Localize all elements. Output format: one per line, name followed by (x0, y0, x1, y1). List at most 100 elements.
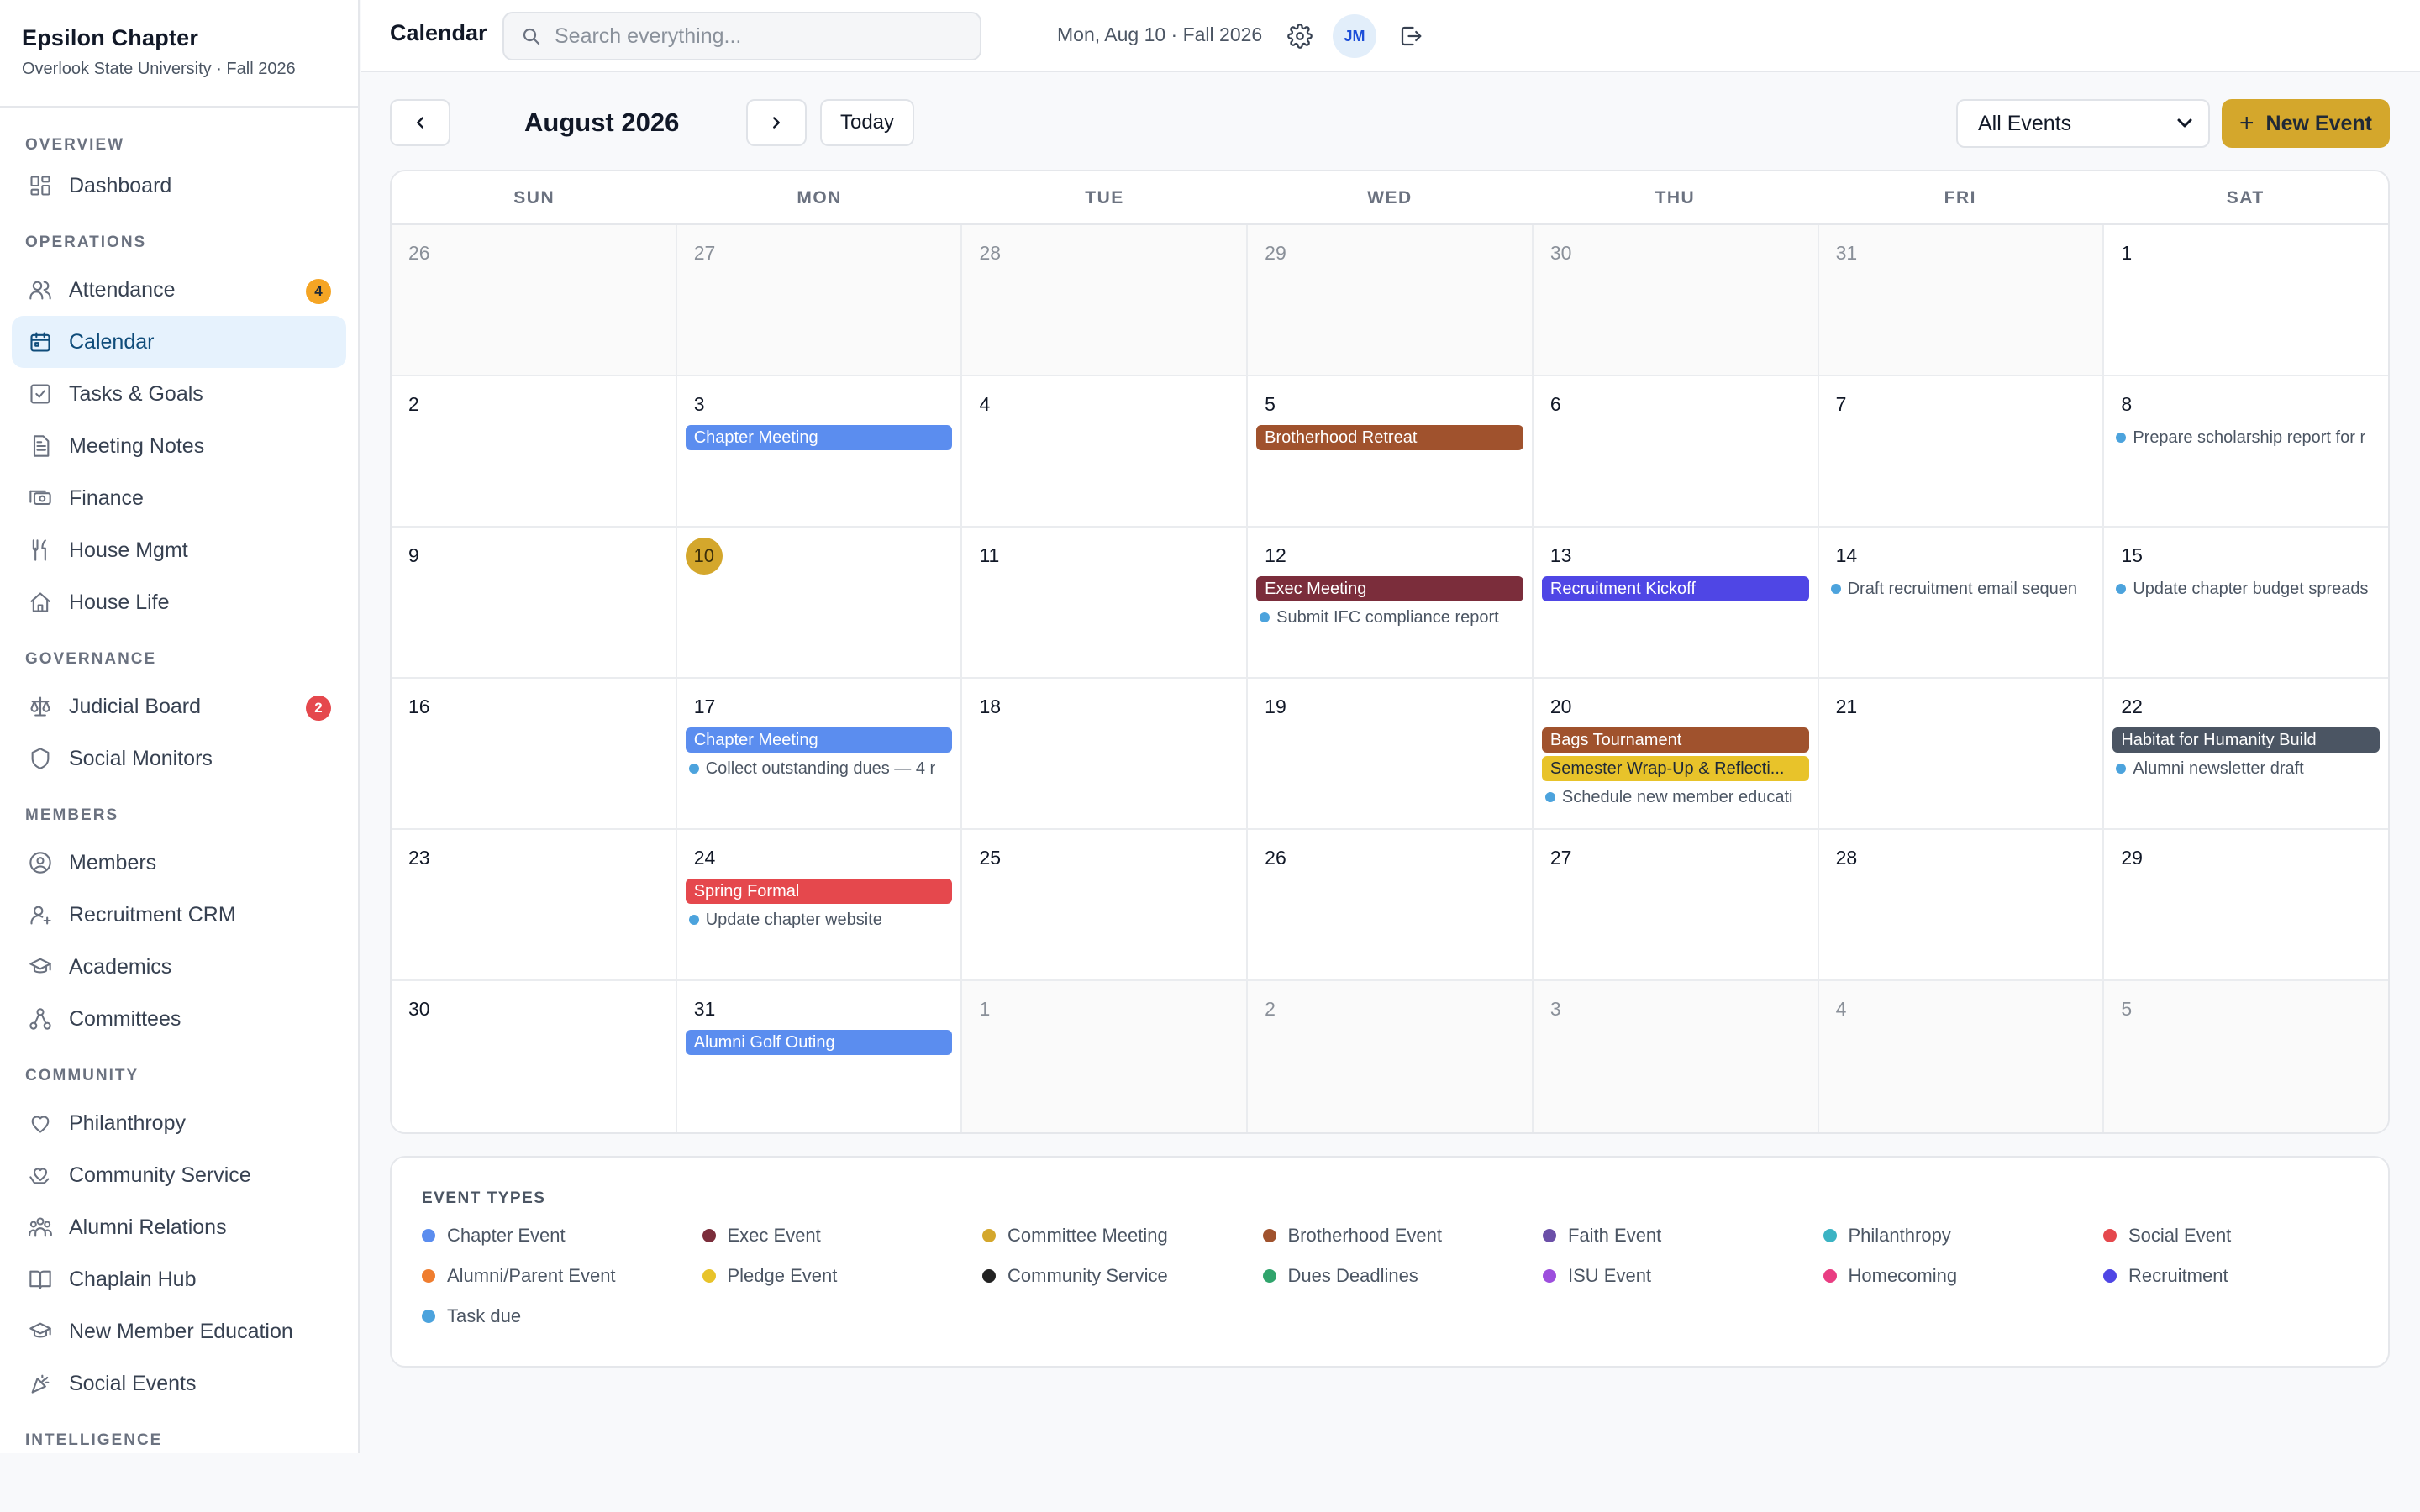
sidebar-item-academics[interactable]: Academics (12, 941, 346, 993)
calendar-day-cell[interactable]: 10 (676, 528, 963, 677)
event-filter-select[interactable]: All Events (1956, 99, 2210, 148)
today-button[interactable]: Today (820, 99, 914, 146)
task-item[interactable]: Prepare scholarship report for r (2112, 425, 2380, 450)
event-chip[interactable]: Exec Meeting (1256, 576, 1523, 601)
sidebar-item-social-events[interactable]: Social Events (12, 1357, 346, 1410)
task-item[interactable]: Update chapter website (686, 907, 953, 932)
calendar-day-cell[interactable]: 30 (392, 981, 677, 1132)
task-item[interactable]: Schedule new member educati (1542, 785, 1809, 810)
sidebar-item-chaplain-hub[interactable]: Chaplain Hub (12, 1253, 346, 1305)
calendar-day-cell[interactable]: 16 (392, 679, 677, 828)
calendar-day-cell[interactable]: 26 (1248, 830, 1534, 979)
calendar-day-cell[interactable]: 1 (962, 981, 1249, 1132)
calendar-day-cell[interactable]: 23 (392, 830, 677, 979)
sidebar-item-members[interactable]: Members (12, 837, 346, 889)
calendar-day-cell[interactable]: 28 (962, 225, 1249, 375)
sidebar-item-dashboard[interactable]: Dashboard (12, 160, 346, 212)
calendar-day-cell[interactable]: 31 (1818, 225, 2105, 375)
avatar[interactable]: JM (1333, 14, 1376, 58)
task-item[interactable]: Alumni newsletter draft (2112, 756, 2380, 781)
next-month-button[interactable] (746, 99, 807, 146)
calendar-day-cell[interactable]: 1 (2104, 225, 2388, 375)
sidebar-item-attendance[interactable]: Attendance 4 (12, 264, 346, 316)
calendar-day-cell[interactable]: 12 Exec Meeting Submit IFC compliance repo… (1248, 528, 1534, 677)
calendar-day-cell[interactable]: 17 Chapter Meeting Collect outstanding due… (676, 679, 963, 828)
calendar-day-cell[interactable]: 29 (2104, 830, 2388, 979)
calendar-day-cell[interactable]: 27 (676, 225, 963, 375)
legend-item: ISU Event (1543, 1263, 1823, 1289)
event-chip[interactable]: Brotherhood Retreat (1256, 425, 1523, 450)
calendar-day-cell[interactable]: 2 (392, 376, 677, 526)
calendar-day-cell[interactable]: 5 Brotherhood Retreat (1248, 376, 1534, 526)
calendar-day-cell[interactable]: 21 (1818, 679, 2105, 828)
calendar-day-cell[interactable]: 13 Recruitment Kickoff (1533, 528, 1819, 677)
calendar-day-cell[interactable]: 6 (1533, 376, 1819, 526)
new-event-button[interactable]: + New Event (2222, 99, 2390, 148)
calendar-day-cell[interactable]: 8 Prepare scholarship report for r (2104, 376, 2388, 526)
calendar-day-cell[interactable]: 3 Chapter Meeting (676, 376, 963, 526)
utensils-icon (29, 538, 52, 562)
user-plus-icon (29, 903, 52, 927)
calendar-day-cell[interactable]: 30 (1533, 225, 1819, 375)
sidebar-item-tasks-goals[interactable]: Tasks & Goals (12, 368, 346, 420)
day-number: 26 (408, 242, 430, 264)
search-box[interactable] (502, 12, 981, 60)
calendar-day-cell[interactable]: 5 (2104, 981, 2388, 1132)
event-chip[interactable]: Semester Wrap-Up & Reflecti... (1541, 756, 1809, 781)
event-chip[interactable]: Recruitment Kickoff (1541, 576, 1809, 601)
event-chip[interactable]: Bags Tournament (1541, 727, 1809, 753)
graduation-cap-icon (29, 955, 52, 979)
sidebar-item-new-member-education[interactable]: New Member Education (12, 1305, 346, 1357)
task-item[interactable]: Draft recruitment email sequen (1828, 576, 2095, 601)
calendar-day-cell[interactable]: 29 (1248, 225, 1534, 375)
event-chip[interactable]: Alumni Golf Outing (685, 1030, 953, 1055)
calendar-day-cell[interactable]: 20 Bags Tournament Semester Wrap-Up & Refl… (1533, 679, 1819, 828)
calendar-day-cell[interactable]: 14 Draft recruitment email sequen (1818, 528, 2105, 677)
sidebar-item-meeting-notes[interactable]: Meeting Notes (12, 420, 346, 472)
sidebar-item-house-mgmt[interactable]: House Mgmt (12, 524, 346, 576)
calendar-day-cell[interactable]: 27 (1533, 830, 1819, 979)
logout-icon[interactable] (1398, 24, 1423, 49)
calendar-day-cell[interactable]: 28 (1818, 830, 2105, 979)
calendar-day-cell[interactable]: 24 Spring Formal Update chapter website (676, 830, 963, 979)
event-chip[interactable]: Chapter Meeting (685, 727, 953, 753)
day-number: 12 (1265, 544, 1286, 566)
sidebar-item-house-life[interactable]: House Life (12, 576, 346, 628)
legend-label: Recruitment (2128, 1265, 2228, 1286)
calendar-day-cell[interactable]: 11 (962, 528, 1249, 677)
calendar-day-cell[interactable]: 9 (392, 528, 677, 677)
calendar-day-cell[interactable]: 7 (1818, 376, 2105, 526)
calendar-day-cell[interactable]: 26 (392, 225, 677, 375)
calendar-day-cell[interactable]: 4 (962, 376, 1249, 526)
calendar-day-cell[interactable]: 19 (1248, 679, 1534, 828)
task-item[interactable]: Collect outstanding dues — 4 r (686, 756, 953, 781)
calendar-day-cell[interactable]: 3 (1533, 981, 1819, 1132)
calendar-day-cell[interactable]: 31 Alumni Golf Outing (676, 981, 963, 1132)
calendar-day-cell[interactable]: 4 (1818, 981, 2105, 1132)
calendar-day-cell[interactable]: 22 Habitat for Humanity Build Alumni newsl… (2104, 679, 2388, 828)
task-dot-icon (2116, 584, 2127, 594)
sidebar-item-community-service[interactable]: Community Service (12, 1149, 346, 1201)
sidebar-item-finance[interactable]: Finance (12, 472, 346, 524)
event-chip[interactable]: Spring Formal (685, 879, 953, 904)
new-event-label: New Event (2265, 111, 2372, 135)
sidebar-item-calendar[interactable]: Calendar (12, 316, 346, 368)
calendar-day-cell[interactable]: 15 Update chapter budget spreads (2104, 528, 2388, 677)
sidebar-item-recruitment-crm[interactable]: Recruitment CRM (12, 889, 346, 941)
sidebar-item-committees[interactable]: Committees (12, 993, 346, 1045)
prev-month-button[interactable] (390, 99, 450, 146)
task-item[interactable]: Update chapter budget spreads (2112, 576, 2380, 601)
calendar-day-cell[interactable]: 18 (962, 679, 1249, 828)
sidebar-item-philanthropy[interactable]: Philanthropy (12, 1097, 346, 1149)
gear-icon[interactable] (1287, 24, 1313, 49)
sidebar-item-judicial-board[interactable]: Judicial Board 2 (12, 680, 346, 732)
event-chip[interactable]: Habitat for Humanity Build (2112, 727, 2381, 753)
sidebar-item-social-monitors[interactable]: Social Monitors (12, 732, 346, 785)
sidebar-item-alumni-relations[interactable]: Alumni Relations (12, 1201, 346, 1253)
task-item[interactable]: Submit IFC compliance report (1256, 605, 1523, 630)
day-number: 8 (2121, 393, 2133, 415)
calendar-day-cell[interactable]: 25 (962, 830, 1249, 979)
event-chip[interactable]: Chapter Meeting (685, 425, 953, 450)
search-input[interactable] (555, 24, 958, 49)
calendar-day-cell[interactable]: 2 (1248, 981, 1534, 1132)
